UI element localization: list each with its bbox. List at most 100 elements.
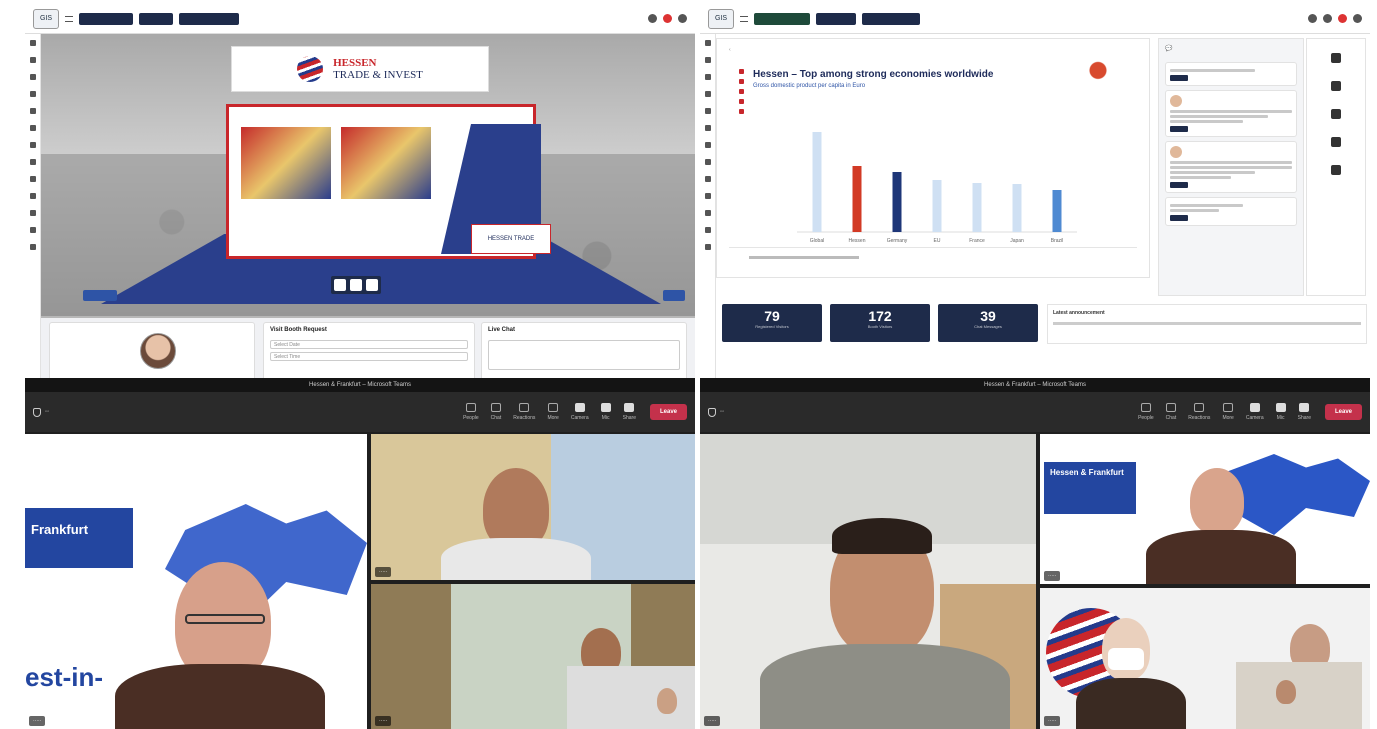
mic-button[interactable]: Mic [600, 403, 611, 421]
booth-3d-scene[interactable]: HESSEN TRADE HESSEN TRADE & INVEST [41, 34, 695, 324]
expo-icon[interactable] [704, 57, 711, 63]
notification-icon[interactable] [648, 14, 657, 23]
nav-button-1[interactable] [79, 12, 133, 25]
chat-message[interactable] [1165, 197, 1297, 226]
chat-message[interactable] [1165, 141, 1297, 193]
nav-button-2[interactable] [139, 12, 173, 25]
nav-button-3[interactable] [862, 12, 920, 25]
video-tile-presenter[interactable]: Frankfurt est-in- ····· [25, 434, 367, 729]
settings-icon[interactable] [678, 14, 687, 23]
user-icon[interactable] [663, 14, 672, 23]
star-icon[interactable] [704, 227, 711, 233]
share-button[interactable]: Share [623, 403, 636, 421]
chart-category-label: EU [934, 238, 941, 244]
logout-icon[interactable] [704, 244, 711, 250]
person-icon[interactable] [1331, 53, 1341, 63]
chart-category-label: Germany [887, 238, 908, 244]
slide-heading-box: Frankfurt [25, 508, 133, 568]
hall-icon[interactable] [704, 74, 711, 80]
next-icon[interactable] [366, 279, 378, 291]
chart-bar-brazil [1052, 190, 1062, 232]
document-icon[interactable] [704, 159, 711, 165]
nav-button-3[interactable] [179, 12, 239, 25]
chart-category-label: Japan [1010, 238, 1024, 244]
contact-avatar[interactable] [140, 333, 176, 369]
star-icon[interactable] [29, 227, 36, 233]
booth-screen-right[interactable] [341, 127, 431, 199]
action-rail [1306, 38, 1366, 296]
camera-button[interactable]: Camera [1246, 403, 1264, 421]
breadcrumb[interactable]: ‹ [729, 47, 731, 53]
calendar-icon[interactable] [29, 108, 36, 114]
scene-button-right[interactable] [663, 290, 685, 301]
plus-icon[interactable] [1331, 165, 1341, 175]
self-view-tile[interactable] [567, 666, 695, 729]
glasses [185, 614, 265, 624]
nav-button-1[interactable] [754, 12, 810, 25]
video-tile-participant[interactable]: ····· [1040, 588, 1370, 729]
people-button[interactable]: People [1138, 403, 1154, 421]
info-icon[interactable] [29, 193, 36, 199]
settings-icon[interactable] [1353, 14, 1362, 23]
chat-icon[interactable] [704, 125, 711, 131]
leave-button[interactable]: Leave [1324, 404, 1362, 420]
expo-icon[interactable] [29, 57, 36, 63]
chat-bubble-icon[interactable] [1331, 137, 1341, 147]
scene-button-left[interactable] [83, 290, 117, 301]
prev-icon[interactable] [334, 279, 346, 291]
video-tile-presenter[interactable]: Hessen & Frankfurt ····· [1040, 434, 1370, 584]
slide-heading: Hessen & Frankfurt [1050, 468, 1124, 477]
chat-message[interactable] [1165, 62, 1297, 86]
reactions-button[interactable]: Reactions [1188, 403, 1210, 421]
mail-icon[interactable] [1331, 109, 1341, 119]
booth-screen-left[interactable] [241, 127, 331, 199]
chat-button[interactable]: Chat [491, 403, 501, 421]
logout-icon[interactable] [29, 244, 36, 250]
date-select[interactable]: Select Date [270, 340, 468, 349]
chat-icon[interactable] [29, 125, 36, 131]
leave-button[interactable]: Leave [649, 404, 687, 420]
chat-input[interactable] [488, 340, 680, 370]
more-button[interactable]: More [547, 403, 559, 421]
stat-value: 172 [868, 308, 892, 324]
menu-icon[interactable] [740, 15, 748, 22]
menu-icon[interactable] [65, 15, 73, 22]
share-button[interactable]: Share [1298, 403, 1311, 421]
stat-label: Booth Visitors [867, 324, 893, 329]
home-view-icon[interactable] [350, 279, 362, 291]
booth-icon[interactable] [29, 91, 36, 97]
video-tile-participant-1[interactable]: ····· [371, 434, 695, 580]
add-icon[interactable] [1331, 81, 1341, 91]
video-icon[interactable] [704, 142, 711, 148]
document-icon[interactable] [29, 159, 36, 165]
announcement-box: Latest announcement [1047, 304, 1367, 344]
home-icon[interactable] [29, 40, 36, 46]
camera-button[interactable]: Camera [571, 403, 589, 421]
info-icon[interactable] [704, 193, 711, 199]
self-view-tile[interactable] [1236, 662, 1362, 729]
nav-button-2[interactable] [816, 12, 856, 25]
user-icon[interactable] [1338, 14, 1347, 23]
video-icon[interactable] [29, 142, 36, 148]
people-icon[interactable] [29, 176, 36, 182]
help-icon[interactable] [29, 210, 36, 216]
mic-button[interactable]: Mic [1275, 403, 1286, 421]
reactions-button[interactable]: Reactions [513, 403, 535, 421]
app-logo[interactable]: GIS [708, 8, 734, 29]
chat-button[interactable]: Chat [1166, 403, 1176, 421]
calendar-icon[interactable] [704, 108, 711, 114]
video-tile-speaker[interactable]: ····· [700, 434, 1036, 729]
message-icon[interactable] [1323, 14, 1332, 23]
chat-message[interactable] [1165, 90, 1297, 137]
app-logo[interactable]: GIS [33, 8, 59, 29]
video-tile-participant-2[interactable]: ····· [371, 584, 695, 729]
help-icon[interactable] [704, 210, 711, 216]
home-icon[interactable] [704, 40, 711, 46]
people-icon[interactable] [704, 176, 711, 182]
more-button[interactable]: More [1222, 403, 1234, 421]
notification-icon[interactable] [1308, 14, 1317, 23]
hall-icon[interactable] [29, 74, 36, 80]
booth-icon[interactable] [704, 91, 711, 97]
time-select[interactable]: Select Time [270, 352, 468, 361]
people-button[interactable]: People [463, 403, 479, 421]
